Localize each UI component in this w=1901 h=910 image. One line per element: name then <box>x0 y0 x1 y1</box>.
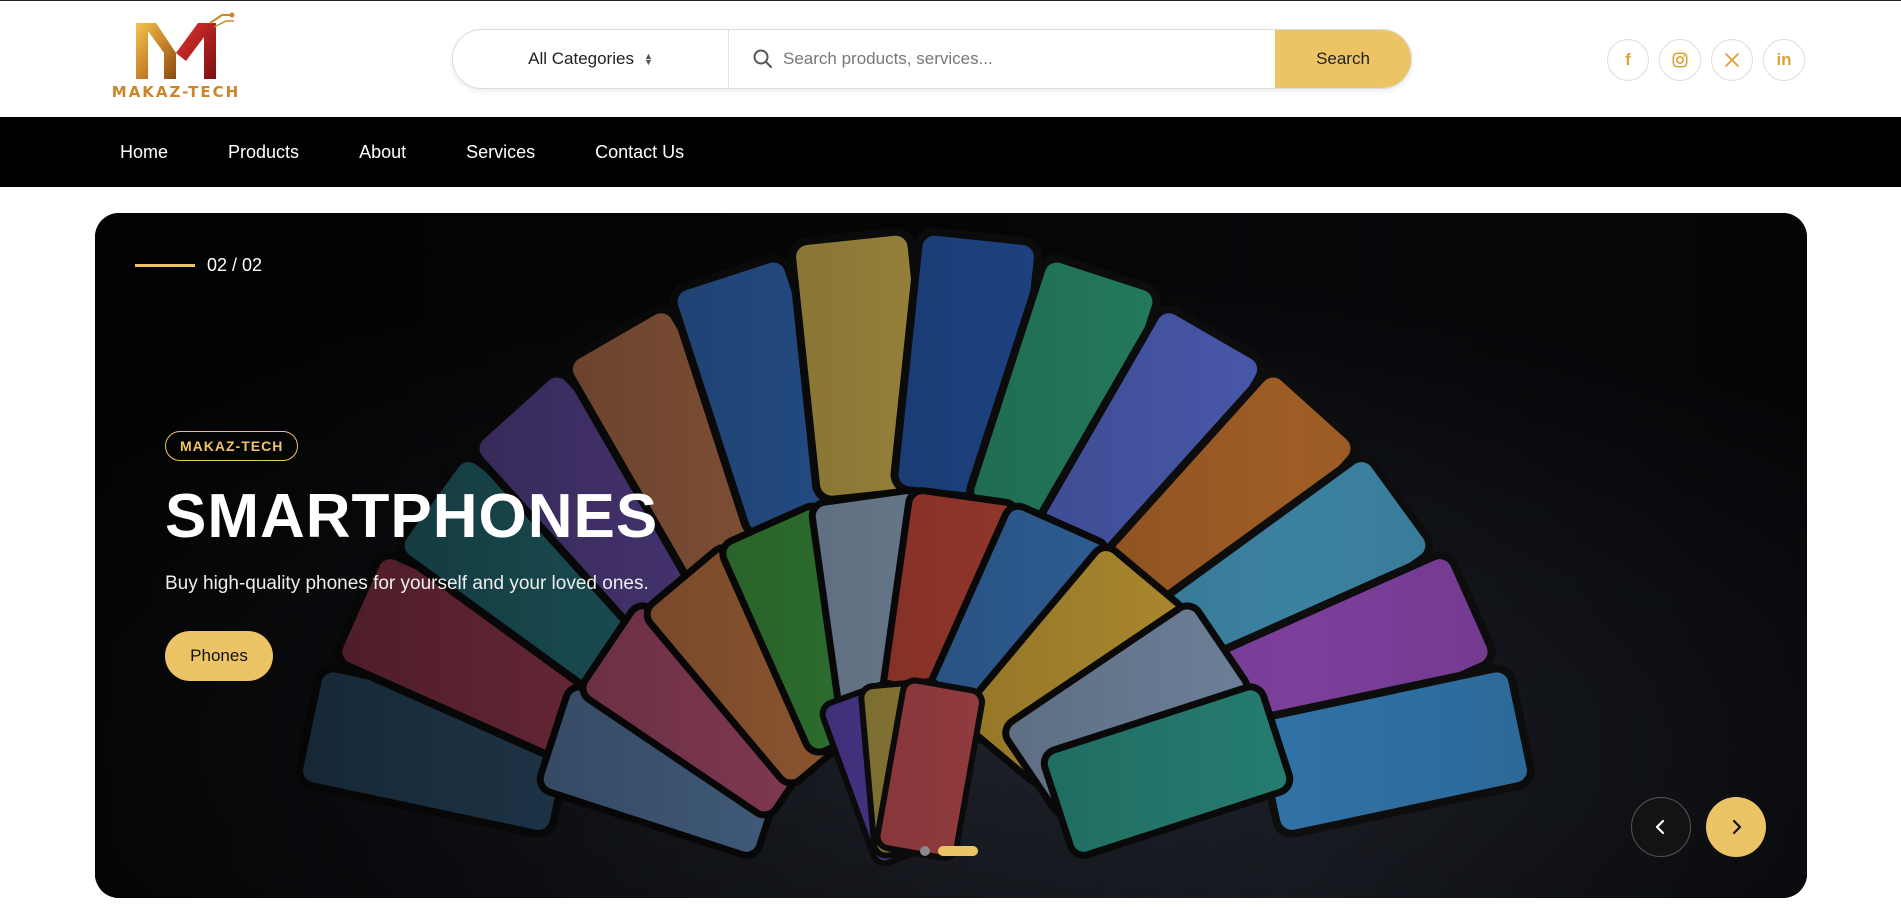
nav-item-contact-us[interactable]: Contact Us <box>595 142 684 163</box>
category-select-label: All Categories <box>528 49 634 68</box>
hero-slider: 02 / 02 MAKAZ-TECH SMARTPHONES Buy high-… <box>95 213 1807 898</box>
slide-counter: 02 / 02 <box>135 255 262 276</box>
x-link[interactable] <box>1711 39 1753 81</box>
facebook-icon: f <box>1625 50 1631 69</box>
linkedin-link[interactable]: in <box>1763 39 1805 81</box>
category-select[interactable]: All Categories ▲ ▼ <box>453 30 729 88</box>
social-links: f in <box>1607 39 1805 81</box>
chevron-left-icon <box>1655 819 1665 835</box>
logo-mark-icon <box>136 12 235 79</box>
x-icon <box>1725 53 1739 67</box>
hero-title: SMARTPHONES <box>165 482 659 551</box>
site-header: MAKAZ-TECH All Categories ▲▼ Search f <box>0 1 1901 117</box>
logo-text: MAKAZ-TECH <box>111 83 241 101</box>
instagram-link[interactable] <box>1659 39 1701 81</box>
slide-dot-1[interactable] <box>920 846 930 856</box>
next-slide-button[interactable] <box>1706 797 1766 857</box>
slide-counter-text: 02 / 02 <box>207 255 263 275</box>
nav-item-products[interactable]: Products <box>228 142 299 163</box>
counter-bar <box>135 264 195 267</box>
hero-cta-button[interactable]: Phones <box>165 631 273 681</box>
search-bar: All Categories ▲ ▼ Search <box>452 29 1412 89</box>
linkedin-icon: in <box>1776 50 1792 69</box>
sort-arrows-icon: ▲ ▼ <box>643 51 653 67</box>
hero-subtitle: Buy high-quality phones for yourself and… <box>165 573 649 594</box>
logo[interactable]: MAKAZ-TECH <box>106 9 246 101</box>
nav-item-services[interactable]: Services <box>466 142 535 163</box>
slide-dot-2[interactable] <box>938 846 978 856</box>
main-nav: Home Products About Services Contact Us <box>0 117 1901 187</box>
chevron-right-icon <box>1732 819 1742 835</box>
nav-item-about[interactable]: About <box>359 142 406 163</box>
search-button[interactable]: Search <box>1275 30 1411 88</box>
nav-item-home[interactable]: Home <box>120 142 168 163</box>
slide-indicators <box>920 846 978 856</box>
instagram-icon <box>1672 52 1688 68</box>
hero-overlay <box>95 213 1807 898</box>
hero-badge: MAKAZ-TECH <box>165 431 299 461</box>
facebook-link[interactable]: f <box>1607 39 1649 81</box>
search-input[interactable] <box>783 39 1203 79</box>
search-icon <box>753 49 772 68</box>
prev-slide-button[interactable] <box>1631 797 1691 857</box>
